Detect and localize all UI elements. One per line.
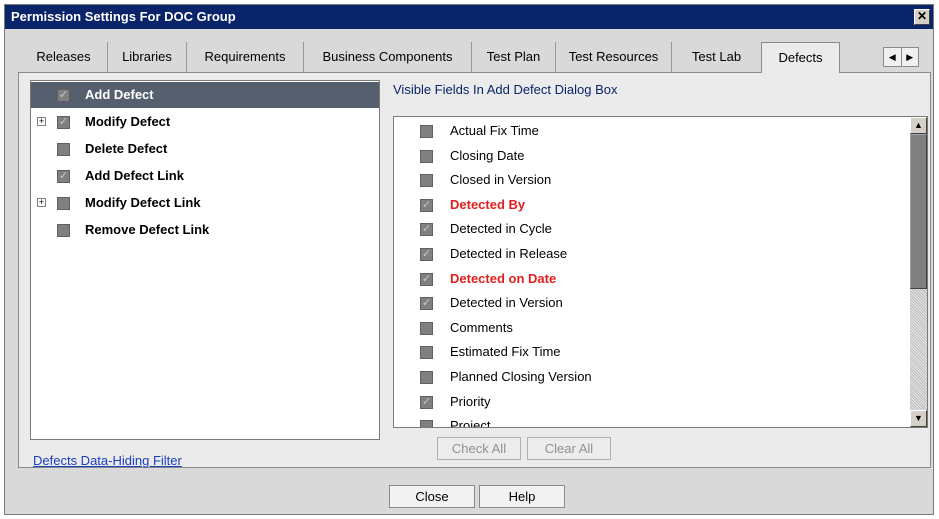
- help-button[interactable]: Help: [479, 485, 565, 508]
- permission-checkbox[interactable]: [57, 224, 70, 237]
- tab-test-lab[interactable]: Test Lab: [672, 42, 761, 72]
- fields-scrollbar[interactable]: ▲ ▼: [910, 117, 927, 427]
- permission-checkbox[interactable]: ✓: [57, 170, 70, 183]
- tab-test-resources[interactable]: Test Resources: [556, 42, 672, 72]
- field-row[interactable]: Closing Date: [394, 144, 910, 169]
- field-row[interactable]: ✓ Detected in Version: [394, 291, 910, 316]
- permission-checkbox[interactable]: ✓: [57, 89, 70, 102]
- field-checkbox[interactable]: [420, 174, 433, 188]
- clear-all-button[interactable]: Clear All: [527, 437, 611, 460]
- field-label: Detected in Cycle: [450, 221, 552, 237]
- field-label: Priority: [450, 393, 491, 409]
- field-row[interactable]: Project: [394, 414, 910, 428]
- tab-defects[interactable]: Defects: [761, 42, 840, 73]
- tab-libraries[interactable]: Libraries: [108, 42, 187, 72]
- permission-checkbox[interactable]: [57, 197, 70, 210]
- tab-scroll-buttons: ◀ ▶: [883, 47, 919, 67]
- close-button[interactable]: Close: [389, 485, 475, 508]
- permission-row[interactable]: ✓ Add Defect Link: [31, 163, 379, 189]
- field-label: Detected on Date: [450, 270, 557, 286]
- field-row[interactable]: Estimated Fix Time: [394, 340, 910, 365]
- field-label: Project: [450, 418, 491, 428]
- field-label: Closed in Version: [450, 172, 552, 188]
- field-label: Estimated Fix Time: [450, 344, 561, 360]
- scroll-down-icon[interactable]: ▼: [910, 410, 927, 427]
- dialog-title: Permission Settings For DOC Group: [11, 9, 236, 24]
- field-label: Planned Closing Version: [450, 369, 592, 384]
- field-row[interactable]: ✓ Priority: [394, 390, 910, 415]
- expand-icon[interactable]: +: [37, 117, 46, 126]
- permission-label: Modify Defect: [85, 114, 171, 129]
- field-label: Comments: [450, 319, 513, 335]
- field-checkbox[interactable]: [420, 420, 433, 427]
- tab-business-components[interactable]: Business Components: [304, 42, 472, 72]
- scroll-up-icon[interactable]: ▲: [910, 117, 927, 134]
- tab-scroll-left-icon[interactable]: ◀: [884, 48, 902, 66]
- field-checkbox[interactable]: [420, 346, 433, 360]
- permission-label: Add Defect Link: [85, 168, 184, 183]
- expand-icon[interactable]: +: [37, 198, 46, 207]
- data-hiding-filter-link[interactable]: Defects Data-Hiding Filter: [33, 453, 182, 468]
- field-label: Detected in Release: [450, 246, 568, 261]
- permission-label: Modify Defect Link: [85, 195, 201, 210]
- permission-row[interactable]: Remove Defect Link: [31, 217, 379, 243]
- tab-releases[interactable]: Releases: [20, 42, 108, 72]
- visible-fields-heading: Visible Fields In Add Defect Dialog Box: [393, 82, 618, 97]
- permission-row[interactable]: + Modify Defect Link: [31, 190, 379, 216]
- field-checkbox[interactable]: ✓: [420, 248, 433, 261]
- tab-scroll-right-icon[interactable]: ▶: [902, 48, 919, 66]
- permission-row[interactable]: Delete Defect: [31, 136, 379, 162]
- title-bar: Permission Settings For DOC Group ✕: [5, 5, 933, 29]
- field-checkbox[interactable]: ✓: [420, 198, 433, 212]
- field-row[interactable]: ✓ Detected on Date: [394, 267, 910, 292]
- scroll-track[interactable]: [910, 289, 927, 410]
- module-tabs: Releases Libraries Requirements Business Co…: [20, 42, 869, 73]
- field-row[interactable]: ✓ Detected in Release: [394, 242, 910, 267]
- field-row[interactable]: ✓ Detected By: [394, 193, 910, 218]
- close-icon[interactable]: ✕: [914, 9, 930, 25]
- field-checkbox[interactable]: [420, 125, 433, 138]
- scroll-thumb[interactable]: [910, 134, 927, 289]
- field-row[interactable]: Closed in Version: [394, 168, 910, 193]
- field-row[interactable]: Planned Closing Version: [394, 365, 910, 390]
- field-checkbox[interactable]: ✓: [420, 223, 433, 237]
- field-label: Actual Fix Time: [450, 123, 539, 138]
- permission-label: Delete Defect: [85, 141, 168, 156]
- field-row[interactable]: ✓ Detected in Cycle: [394, 217, 910, 242]
- permission-checkbox[interactable]: [57, 143, 70, 156]
- field-label: Closing Date: [450, 147, 525, 163]
- field-label: Detected in Version: [450, 295, 563, 311]
- visible-fields-list: Actual Fix Time Closing Date Closed in Ver…: [393, 116, 928, 428]
- permission-row[interactable]: ✓ Add Defect: [31, 82, 379, 108]
- field-label: Detected By: [450, 196, 526, 212]
- permission-row[interactable]: + ✓ Modify Defect: [31, 109, 379, 135]
- field-checkbox[interactable]: [420, 149, 433, 163]
- field-checkbox[interactable]: ✓: [420, 395, 433, 409]
- tab-test-plan[interactable]: Test Plan: [472, 42, 556, 72]
- field-row[interactable]: Comments: [394, 316, 910, 341]
- field-row[interactable]: Actual Fix Time: [394, 119, 910, 144]
- check-all-button[interactable]: Check All: [437, 437, 521, 460]
- tab-requirements[interactable]: Requirements: [187, 42, 304, 72]
- permission-label: Remove Defect Link: [85, 222, 210, 237]
- permission-checkbox[interactable]: ✓: [57, 116, 70, 129]
- field-checkbox[interactable]: ✓: [420, 297, 433, 311]
- field-checkbox[interactable]: [420, 321, 433, 335]
- permission-tree: ✓ Add Defect + ✓ Modify Defect Delete Defect ✓…: [30, 80, 380, 440]
- field-checkbox[interactable]: [420, 371, 433, 384]
- field-checkbox[interactable]: ✓: [420, 272, 433, 286]
- permission-label: Add Defect: [85, 87, 154, 102]
